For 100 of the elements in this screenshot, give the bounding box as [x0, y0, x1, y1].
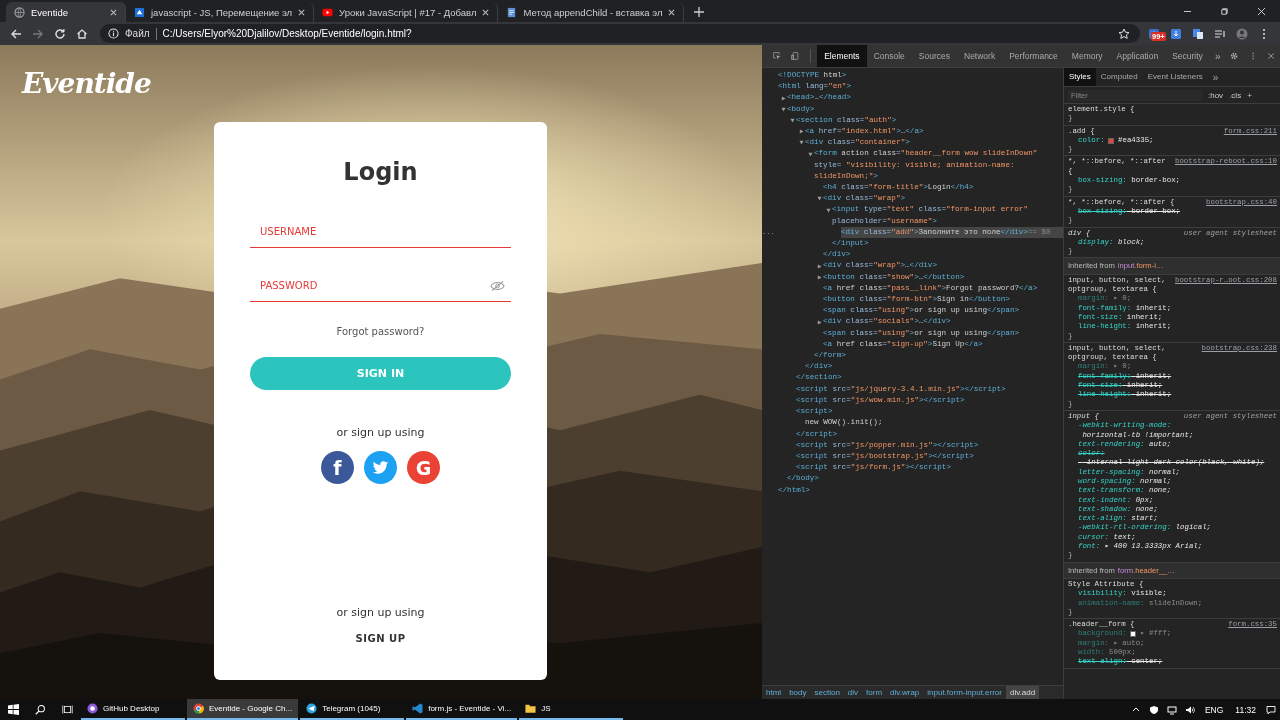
breadcrumb[interactable]: div.wrap — [886, 686, 924, 699]
devtools-tab[interactable]: Elements — [817, 45, 867, 67]
inspect-icon[interactable] — [773, 51, 782, 61]
triangle-icon[interactable] — [780, 106, 786, 112]
address-bar[interactable]: Файл C:/Users/Elyor%20Djalilov/Desktop/Eventide/login.html? — [100, 24, 1140, 43]
social-button[interactable]: G — [407, 451, 440, 484]
devtools-tab[interactable]: Memory — [1064, 45, 1110, 67]
class-toggle[interactable]: .cls — [1229, 90, 1242, 100]
sign-up-hint: or sign up using — [336, 606, 425, 619]
breadcrumb[interactable]: html — [762, 686, 786, 699]
tab-title: Eventide — [31, 6, 69, 18]
close-icon[interactable] — [298, 8, 306, 16]
social-button[interactable] — [364, 451, 397, 484]
folder-icon — [525, 703, 537, 714]
paper-plane-icon — [306, 703, 318, 714]
triangle-icon[interactable] — [816, 319, 822, 325]
reload-icon[interactable] — [54, 27, 66, 40]
restore-icon[interactable] — [1220, 7, 1229, 16]
taskbar-app[interactable]: GitHub Desktop — [81, 699, 185, 720]
social-button[interactable]: f — [321, 451, 354, 484]
devtools-tab[interactable]: Console — [866, 45, 912, 67]
close-icon[interactable] — [668, 8, 676, 16]
hover-toggle[interactable]: :hov — [1208, 90, 1224, 100]
forward-icon[interactable] — [32, 27, 44, 40]
app-label: Eventide - Google Ch... — [209, 704, 293, 713]
devtools-tab[interactable]: Application — [1109, 45, 1166, 67]
sign-up-hint: or sign up using — [336, 426, 425, 439]
more-tabs-button[interactable]: » — [1209, 50, 1226, 62]
volume-icon[interactable] — [1184, 704, 1195, 715]
form-title: Login — [343, 158, 418, 186]
info-icon[interactable] — [108, 28, 119, 39]
eye-slash-icon[interactable] — [490, 280, 505, 292]
input-field[interactable]: USERNAME — [250, 216, 511, 248]
triangle-icon[interactable] — [798, 140, 804, 146]
close-icon[interactable] — [482, 8, 490, 16]
breadcrumb[interactable]: div.add — [1006, 686, 1040, 699]
bird-icon — [372, 460, 389, 475]
taskbar-app[interactable]: Telegram (1045) — [300, 699, 405, 720]
breadcrumb[interactable]: body — [785, 686, 811, 699]
sign-up-link[interactable]: SIGN UP — [355, 633, 406, 644]
breadcrumb[interactable]: form — [862, 686, 887, 699]
play-icon — [322, 6, 334, 18]
search-icon[interactable] — [35, 704, 46, 715]
shield-icon[interactable] — [1148, 704, 1159, 715]
ring-icon — [193, 703, 204, 714]
close-icon[interactable] — [110, 8, 117, 16]
app-label: Telegram (1045) — [322, 704, 381, 713]
back-icon[interactable] — [10, 27, 22, 40]
taskbar-app[interactable]: form.js - Eventide - Vi... — [406, 699, 518, 720]
styles-tab[interactable]: Styles — [1064, 68, 1096, 86]
devtools-tab[interactable]: Sources — [911, 45, 957, 67]
tab-title: javascript - JS, Перемещение эл — [151, 6, 293, 18]
settings-icon[interactable] — [1230, 51, 1239, 61]
download-icon[interactable] — [1170, 27, 1182, 40]
notification-icon[interactable] — [1266, 704, 1276, 715]
new-rule-button[interactable]: + — [1247, 90, 1252, 100]
triangle-icon[interactable] — [816, 196, 822, 202]
playlist-icon[interactable] — [1214, 27, 1226, 40]
triangle-icon[interactable] — [807, 151, 813, 157]
taskbar-app[interactable]: Eventide - Google Ch... — [187, 699, 299, 720]
breadcrumb[interactable]: section — [810, 686, 844, 699]
color-swatch[interactable] — [1107, 137, 1114, 144]
avatar-icon[interactable] — [1236, 27, 1248, 40]
breadcrumb[interactable]: input.form-input.error — [923, 686, 1006, 699]
tab-title: Уроки JavaScript | #17 - Добавл — [339, 6, 477, 18]
devtools-tab[interactable]: Network — [957, 45, 1003, 67]
triangle-icon[interactable] — [780, 95, 786, 101]
round-app-icon — [87, 703, 98, 714]
triangle-icon[interactable] — [825, 207, 831, 213]
input-field[interactable]: PASSWORD — [250, 270, 511, 302]
clock[interactable]: 11:32 — [1235, 704, 1256, 715]
styles-tab[interactable]: Event Listeners — [1142, 68, 1208, 86]
app-label: form.js - Eventide - Vi... — [428, 704, 512, 713]
network-icon[interactable] — [1166, 704, 1177, 715]
task-view-icon[interactable] — [62, 704, 73, 715]
triangle-icon[interactable] — [789, 117, 795, 123]
language-indicator[interactable]: ENG — [1204, 704, 1224, 715]
color-swatch[interactable] — [1129, 631, 1136, 638]
devtools-tab[interactable]: Security — [1165, 45, 1210, 67]
forgot-password-link[interactable]: Forgot password? — [336, 326, 425, 337]
scheme-label: Файл — [125, 28, 150, 39]
tab-title: Метод appendChild - вставка эл — [523, 6, 663, 18]
star-icon[interactable] — [1118, 27, 1130, 40]
device-icon[interactable] — [791, 51, 800, 61]
app-label: JS — [541, 704, 551, 713]
translate-icon[interactable] — [1192, 27, 1204, 40]
breadcrumb[interactable]: div — [843, 686, 863, 699]
taskbar-app[interactable]: JS — [519, 699, 624, 720]
styles-tab[interactable]: Computed — [1095, 68, 1143, 86]
triangle-icon[interactable] — [816, 263, 822, 269]
url-text: C:/Users/Elyor%20Djalilov/Desktop/Eventide/login.html? — [162, 28, 412, 39]
start-icon[interactable] — [8, 704, 19, 715]
plus-icon[interactable] — [694, 7, 705, 17]
devtools-tab[interactable]: Performance — [1002, 45, 1065, 67]
home-icon[interactable] — [76, 27, 88, 40]
globe-icon — [14, 6, 25, 18]
triangle-icon[interactable] — [798, 129, 804, 135]
triangle-icon[interactable] — [816, 274, 822, 280]
browser-tab[interactable]: Eventide — [6, 2, 126, 22]
more-tabs-button[interactable]: » — [1207, 71, 1224, 83]
